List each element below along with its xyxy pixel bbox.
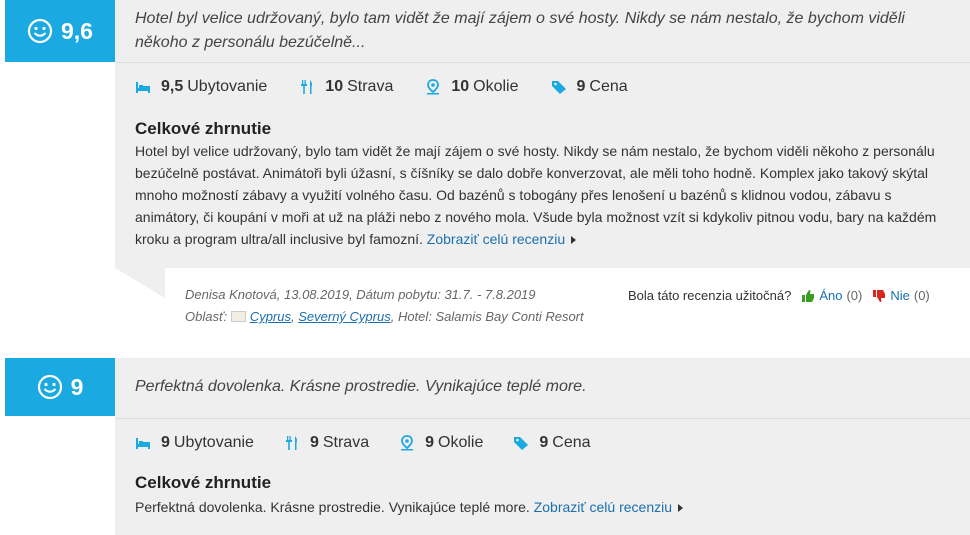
ratings-row: 9 Ubytovanie 9 Strava 9 Okolie 9 Cena <box>135 434 623 452</box>
vote-no-label: Nie <box>890 288 910 303</box>
rating-value: 9 <box>425 434 435 451</box>
rating-price: 9 Cena <box>551 78 628 96</box>
vote-no-count: (0) <box>913 288 930 303</box>
smiley-icon <box>37 374 62 400</box>
vote-yes-count: (0) <box>846 288 863 303</box>
rating-value: 9 <box>309 434 319 451</box>
rating-label: Cena <box>589 78 628 95</box>
rating-label: Okolie <box>438 434 484 451</box>
rating-value: 9 <box>539 434 549 451</box>
show-full-review-label: Zobraziť celú recenziu <box>426 231 566 247</box>
show-full-review-link[interactable]: Zobraziť celú recenziu <box>533 499 684 515</box>
score-value: 9 <box>70 373 84 400</box>
helpful-vote: Bola táto recenzia užitočná? Áno (0) Nie… <box>628 288 930 303</box>
vote-yes-button[interactable]: Áno (0) <box>801 288 862 303</box>
rating-surroundings: 9 Okolie <box>399 434 483 452</box>
rating-label: Ubytovanie <box>187 78 268 95</box>
area-country-link[interactable]: Cyprus <box>250 309 291 324</box>
rating-label: Okolie <box>473 78 519 95</box>
vote-yes-label: Áno <box>819 288 843 303</box>
thumb-up-icon <box>802 289 815 302</box>
score-badge: 9 <box>5 358 115 416</box>
bed-icon <box>136 82 150 93</box>
area-line: Oblasť: Cyprus, Severný Cyprus, Hotel: S… <box>185 309 584 324</box>
rating-price: 9 Cena <box>513 434 591 452</box>
rating-label: Cena <box>552 434 591 451</box>
rating-value: 9 <box>576 78 586 95</box>
rating-value: 10 <box>325 78 344 95</box>
author-line: Denisa Knotová, 13.08.2019, Dátum pobytu… <box>185 287 536 302</box>
location-icon <box>427 79 440 95</box>
show-full-review-label: Zobraziť celú recenziu <box>533 499 673 515</box>
smiley-icon <box>27 18 53 44</box>
cutlery-icon <box>285 436 297 450</box>
rating-value: 9 <box>161 434 170 451</box>
rating-food: 10 Strava <box>299 78 393 96</box>
arrow-right-icon <box>678 504 684 512</box>
flag-icon <box>230 311 246 322</box>
summary-text: Perfektná dovolenka. Krásne prostredie. … <box>135 496 945 518</box>
arrow-right-icon <box>571 236 577 244</box>
score-badge: 9,6 <box>5 0 115 62</box>
area-region-link[interactable]: Severný Cyprus <box>298 309 390 324</box>
review-card: 9 Perfektná dovolenka. Krásne prostredie… <box>0 358 970 535</box>
summary-title: Celkové zhrnutie <box>135 119 272 138</box>
summary-title: Celkové zhrnutie <box>135 473 272 492</box>
review-headline: Hotel byl velice udržovaný, bylo tam vid… <box>135 10 905 51</box>
summary-text: Hotel byl velice udržovaný, bylo tam vid… <box>135 140 945 250</box>
review-card: 9,6 Hotel byl velice udržovaný, bylo tam… <box>0 0 970 340</box>
hotel-text: , Hotel: Salamis Bay Conti Resort <box>390 309 584 324</box>
bed-icon <box>136 438 150 449</box>
helpful-question: Bola táto recenzia užitočná? <box>628 288 792 303</box>
score-value: 9,6 <box>61 17 93 44</box>
review-meta: Denisa Knotová, 13.08.2019, Dátum pobytu… <box>185 284 584 328</box>
rating-food: 9 Strava <box>284 434 369 452</box>
ratings-row: 9,5 Ubytovanie 10 Strava 10 Okolie 9 Cena <box>135 78 660 96</box>
rating-label: Strava <box>322 434 370 451</box>
show-full-review-link[interactable]: Zobraziť celú recenziu <box>426 231 577 247</box>
review-tail <box>115 268 165 298</box>
divider <box>115 62 970 63</box>
rating-label: Strava <box>347 78 394 95</box>
price-tag-icon <box>551 81 566 94</box>
location-icon <box>401 435 414 451</box>
rating-accommodation: 9,5 Ubytovanie <box>135 78 267 96</box>
rating-surroundings: 10 Okolie <box>425 78 519 96</box>
price-tag-icon <box>514 437 529 450</box>
vote-no-button[interactable]: Nie (0) <box>872 288 930 303</box>
area-label: Oblasť: <box>185 309 228 324</box>
divider <box>115 418 970 419</box>
summary-body: Perfektná dovolenka. Krásne prostredie. … <box>135 499 530 515</box>
rating-accommodation: 9 Ubytovanie <box>135 434 254 452</box>
review-headline: Perfektná dovolenka. Krásne prostredie. … <box>135 378 587 395</box>
rating-value: 10 <box>451 78 470 95</box>
cutlery-icon <box>301 80 313 94</box>
rating-value: 9,5 <box>161 78 184 95</box>
thumb-down-icon <box>873 289 886 302</box>
rating-label: Ubytovanie <box>173 434 254 451</box>
